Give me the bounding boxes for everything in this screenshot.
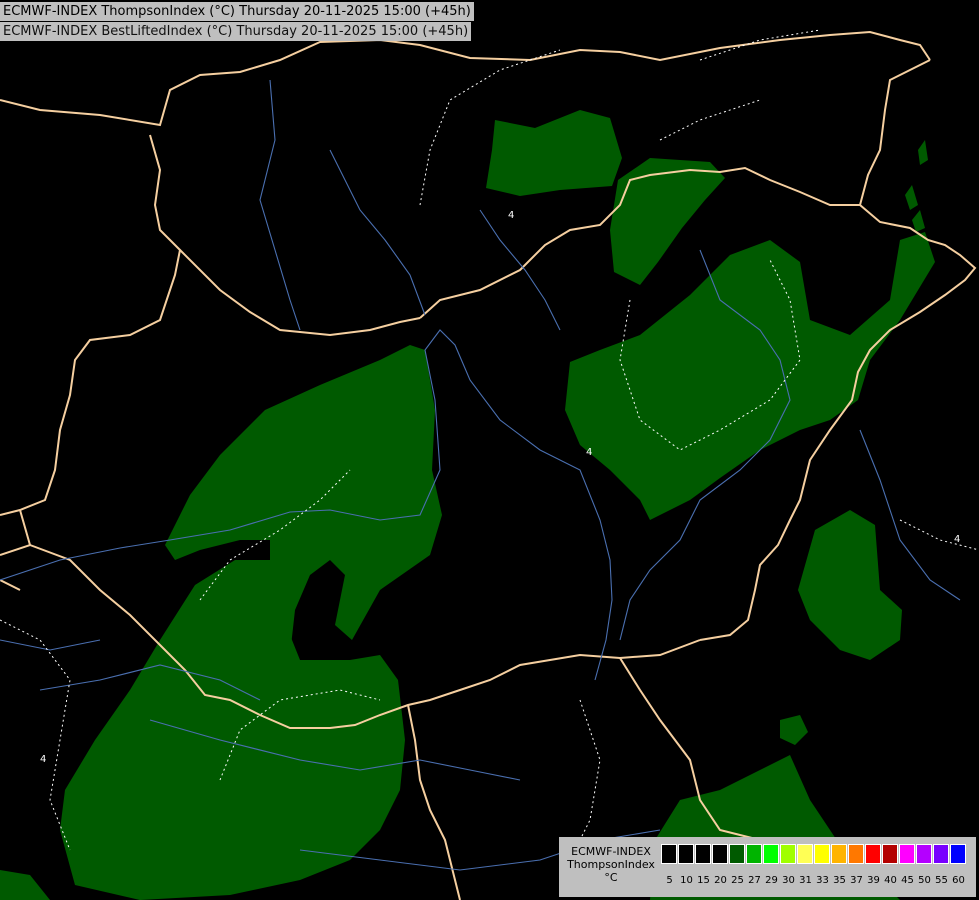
legend-swatch (797, 844, 813, 864)
legend-tick: 15 (697, 875, 710, 886)
legend-tick: 50 (918, 875, 931, 886)
color-legend: ECMWF-INDEX ThompsonIndex °C 5 10 15 20 25 27… (559, 837, 976, 897)
legend-tick: 39 (867, 875, 880, 886)
fill-area-north (486, 110, 622, 196)
contour-label: 4 (586, 447, 592, 458)
legend-unit: °C (604, 871, 618, 884)
legend-tick: 33 (816, 875, 829, 886)
legend-tick: 27 (748, 875, 761, 886)
legend-swatch (950, 844, 966, 864)
legend-tick: 40 (884, 875, 897, 886)
map-title-best-lifted-index: ECMWF-INDEX BestLiftedIndex (°C) Thursda… (0, 22, 472, 41)
legend-tick: 45 (901, 875, 914, 886)
legend-tick: 35 (833, 875, 846, 886)
legend-swatch (780, 844, 796, 864)
legend-label: ECMWF-INDEX ThompsonIndex °C (563, 845, 659, 884)
legend-tick: 55 (935, 875, 948, 886)
legend-ticks: 5 10 15 20 25 27 29 30 31 33 35 37 39 40 45 50 55 60 (661, 875, 967, 886)
legend-tick: 37 (850, 875, 863, 886)
contour-label: 4 (40, 754, 46, 765)
legend-tick: 31 (799, 875, 812, 886)
map-title-thompson-index: ECMWF-INDEX ThompsonIndex (°C) Thursday … (0, 2, 474, 21)
legend-swatch (899, 844, 915, 864)
legend-swatch (916, 844, 932, 864)
legend-tick: 29 (765, 875, 778, 886)
legend-swatch (848, 844, 864, 864)
legend-swatch (814, 844, 830, 864)
legend-swatches (661, 844, 967, 864)
legend-swatch (678, 844, 694, 864)
contour-label: 4 (508, 210, 514, 221)
legend-swatch (729, 844, 745, 864)
legend-tick: 5 (666, 875, 673, 886)
legend-swatch (712, 844, 728, 864)
legend-tick: 20 (714, 875, 727, 886)
legend-variable: ThompsonIndex (567, 858, 655, 871)
legend-swatch (661, 844, 677, 864)
legend-swatch (882, 844, 898, 864)
legend-tick: 30 (782, 875, 795, 886)
legend-swatch (695, 844, 711, 864)
legend-tick: 25 (731, 875, 744, 886)
legend-tick: 60 (952, 875, 965, 886)
legend-swatch (763, 844, 779, 864)
contour-label: 4 (954, 534, 960, 545)
legend-swatch (933, 844, 949, 864)
legend-swatch (746, 844, 762, 864)
legend-swatch (831, 844, 847, 864)
legend-swatch (865, 844, 881, 864)
legend-model: ECMWF-INDEX (571, 845, 651, 858)
legend-tick: 10 (680, 875, 693, 886)
weather-map: 4 4 4 4 (0, 0, 979, 900)
